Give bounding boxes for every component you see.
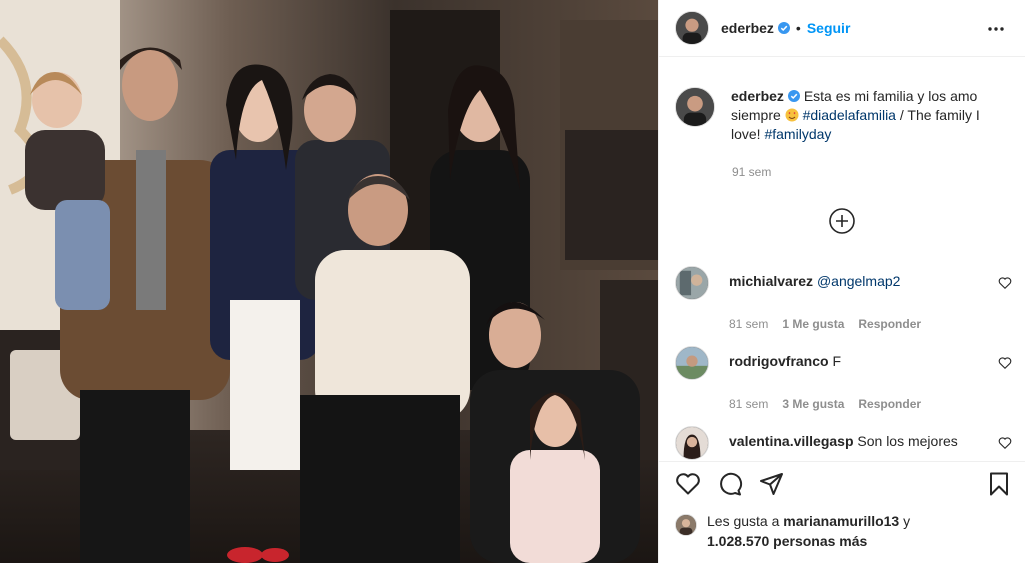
likes-text: Les gusta a marianamurillo13 y 1.028.570…	[707, 511, 910, 551]
liker-username[interactable]: marianamurillo13	[783, 513, 899, 529]
comment-icon[interactable]	[717, 471, 743, 497]
comment-item: michialvarez @angelmap2 81 sem 1 Me gusta…	[675, 266, 1020, 331]
author-avatar[interactable]	[675, 11, 709, 45]
commenter-username[interactable]: rodrigovfranco	[729, 353, 829, 369]
reply-button[interactable]: Responder	[858, 397, 921, 411]
post-actions-bar	[659, 461, 1025, 511]
likes-summary: Les gusta a marianamurillo13 y 1.028.570…	[675, 511, 1015, 551]
caption-avatar[interactable]	[675, 87, 715, 127]
verified-icon	[777, 22, 790, 34]
author-username[interactable]: ederbez	[721, 20, 774, 36]
caption-timestamp[interactable]: 91 sem	[732, 165, 771, 179]
comment-text: michialvarez @angelmap2	[729, 272, 979, 290]
heart-eyes-emoji-icon	[785, 108, 799, 122]
instagram-post: ederbez • Seguir ederbez Esta es mi fami…	[0, 0, 1025, 563]
comment-body: F	[832, 353, 842, 369]
comment-meta: 81 sem 1 Me gusta Responder	[729, 317, 1020, 331]
liker-avatar[interactable]	[675, 514, 697, 536]
comment-likes-count[interactable]: 1 Me gusta	[782, 317, 844, 331]
comment-like-heart-icon[interactable]	[998, 276, 1012, 290]
hashtag-link[interactable]: #familyday	[764, 126, 831, 142]
commenter-avatar[interactable]	[675, 266, 709, 300]
reply-button[interactable]: Responder	[858, 317, 921, 331]
post-side-panel: ederbez • Seguir ederbez Esta es mi fami…	[658, 0, 1025, 563]
caption-text: ederbez Esta es mi familia y los amo sie…	[731, 87, 1010, 144]
comment-like-heart-icon[interactable]	[998, 356, 1012, 370]
comment-text: valentina.villegasp Son los mejores	[729, 432, 979, 450]
comments-area[interactable]: ederbez Esta es mi familia y los amo sie…	[659, 57, 1025, 461]
follow-button[interactable]: Seguir	[807, 20, 851, 36]
likes-conj: y	[903, 513, 911, 529]
comment-likes-count[interactable]: 3 Me gusta	[782, 397, 844, 411]
comment-item: valentina.villegasp Son los mejores	[675, 426, 1020, 460]
heart-icon[interactable]	[675, 471, 701, 497]
comment-meta: 81 sem 3 Me gusta Responder	[729, 397, 1020, 411]
comment-mention[interactable]: @angelmap2	[817, 273, 901, 289]
commenter-avatar[interactable]	[675, 346, 709, 380]
family-photo-illustration	[0, 0, 658, 563]
save-icon[interactable]	[986, 471, 1012, 497]
more-icon[interactable]	[986, 19, 1006, 39]
comment-body: Son los mejores	[857, 433, 958, 449]
caption: ederbez Esta es mi familia y los amo sie…	[675, 87, 1010, 144]
commenter-username[interactable]: valentina.villegasp	[729, 433, 854, 449]
verified-icon	[787, 90, 800, 102]
add-comments-icon[interactable]	[828, 207, 856, 235]
post-header: ederbez • Seguir	[659, 0, 1025, 57]
comment-item: rodrigovfranco F 81 sem 3 Me gusta Respond…	[675, 346, 1020, 411]
comment-time[interactable]: 81 sem	[729, 397, 768, 411]
comment-text: rodrigovfranco F	[729, 352, 979, 370]
post-photo[interactable]	[0, 0, 658, 563]
separator-dot: •	[795, 20, 801, 36]
commenter-avatar[interactable]	[675, 426, 709, 460]
comment-like-heart-icon[interactable]	[998, 436, 1012, 450]
share-icon[interactable]	[759, 471, 785, 497]
likes-others-count[interactable]: 1.028.570 personas más	[707, 533, 867, 549]
hashtag-link[interactable]: #diadelafamilia	[803, 107, 896, 123]
likes-prefix: Les gusta a	[707, 513, 780, 529]
commenter-username[interactable]: michialvarez	[729, 273, 813, 289]
comment-time[interactable]: 81 sem	[729, 317, 768, 331]
caption-username[interactable]: ederbez	[731, 88, 784, 104]
